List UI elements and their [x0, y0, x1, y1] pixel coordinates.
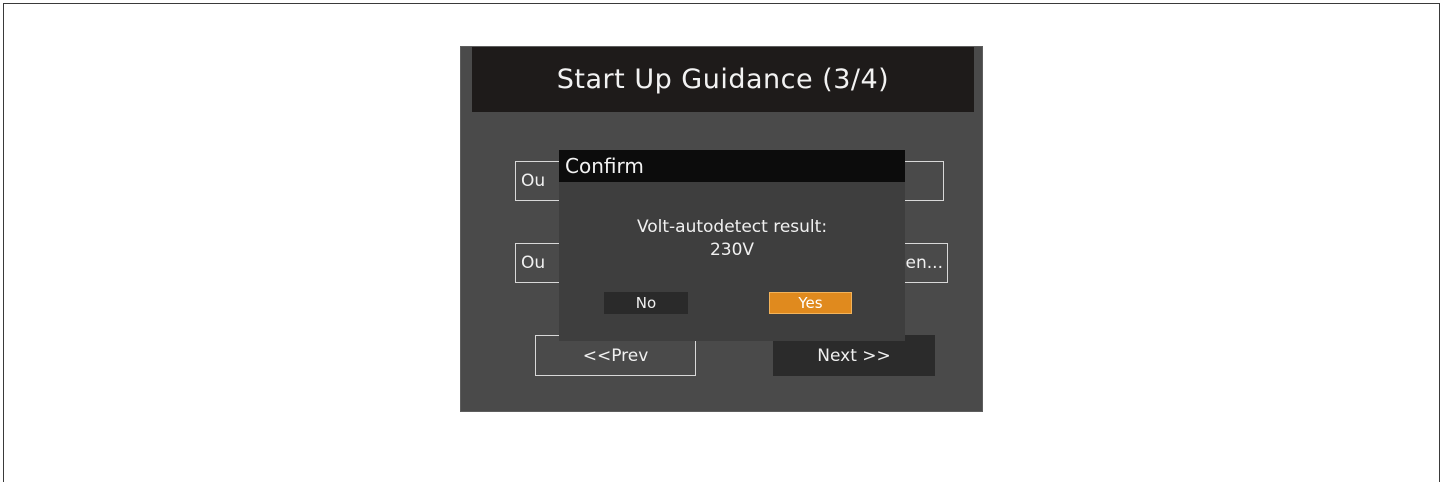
output-option-2-value: en... [905, 253, 943, 273]
dialog-message-line-1: Volt-autodetect result: [636, 217, 828, 237]
yes-button[interactable]: Yes [769, 292, 852, 314]
no-button[interactable]: No [604, 292, 688, 314]
page-title: Start Up Guidance (3/4) [472, 47, 974, 112]
prev-button[interactable]: <<Prev [535, 335, 696, 376]
dialog-message: Volt-autodetect result: 230V [559, 216, 905, 262]
confirm-dialog: Confirm Volt-autodetect result: 230V No … [559, 150, 905, 341]
dialog-message-line-2: 230V [709, 240, 755, 260]
output-option-2-label: Ou [521, 253, 546, 273]
output-option-1-label: Ou [521, 171, 546, 191]
dialog-title: Confirm [559, 150, 905, 182]
next-button[interactable]: Next >> [773, 335, 935, 376]
